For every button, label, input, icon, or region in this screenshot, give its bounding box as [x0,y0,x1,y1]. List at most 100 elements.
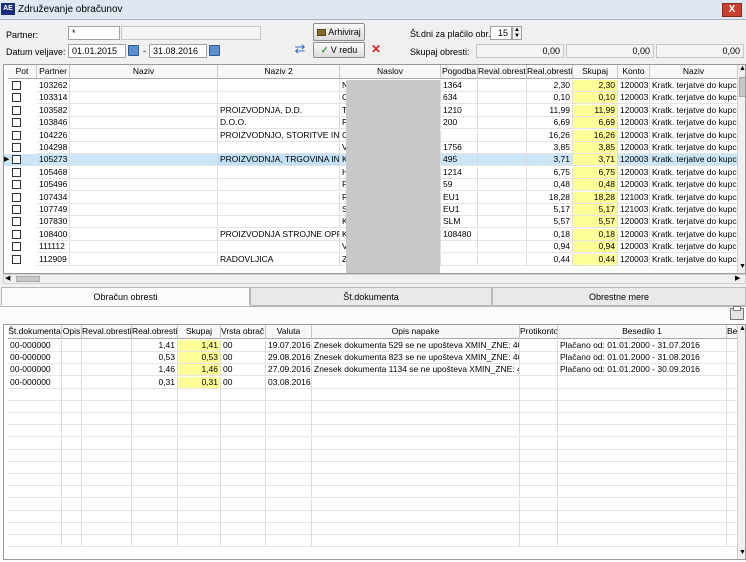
calendar-icon[interactable] [209,45,220,56]
column-header[interactable]: Naziv 2 [218,65,340,79]
scroll-left-icon[interactable]: ◀ [5,274,10,282]
column-header[interactable]: Naslov [340,65,441,79]
column-header[interactable]: Reval.obresti [478,65,527,79]
empty-cell [558,462,727,474]
column-header[interactable]: Opis napake [312,325,520,339]
empty-cell [312,449,520,462]
empty-cell [312,474,520,487]
error-description-cell: Znesek dokumenta 823 se ne upošteva XMIN… [312,352,520,365]
row-checkbox[interactable] [12,242,21,252]
account-cell: 120003 [618,80,650,92]
column-header[interactable]: Vrsta obrač. [221,325,266,339]
interest-calc-grid[interactable]: Št.dokumenta Opis Reval.obresti Real.obrest… [3,324,746,560]
empty-cell [221,523,266,535]
column-header[interactable]: Protikonto [520,325,558,339]
row-checkbox[interactable] [12,143,21,152]
tab-doc-number[interactable]: Št.dokumenta [250,287,492,306]
total-interest-field-1: 0,00 [476,44,564,58]
account-cell: 120003 [618,228,650,241]
vertical-scrollbar[interactable]: ▲ ▼ [737,325,745,559]
empty-cell [558,449,727,462]
empty-cell [266,401,312,413]
calendar-icon[interactable] [128,45,139,56]
column-header[interactable]: Naziv [70,65,218,79]
column-header[interactable]: Skupaj [573,65,618,79]
name2-cell: RADOVLJICA [218,253,340,266]
column-header[interactable]: Real.obresti [527,65,573,79]
row-checkbox[interactable] [12,192,21,202]
column-header[interactable]: Pot [8,65,37,79]
column-header[interactable]: Real.obresti [132,325,178,339]
empty-cell [178,413,221,426]
row-checkbox[interactable] [12,205,21,214]
row-checkbox[interactable] [12,118,21,128]
row-checkbox[interactable] [12,155,21,165]
empty-cell [82,449,132,462]
vertical-scrollbar[interactable]: ▲ ▼ [737,65,745,273]
column-header[interactable]: Besedilo 1 [558,325,727,339]
archive-button[interactable]: Arhiviraj [313,23,365,41]
partner-cell: 103582 [37,104,70,117]
row-checkbox[interactable] [12,105,21,115]
column-header[interactable]: Št.dokumenta [8,325,62,339]
scroll-right-icon[interactable]: ▶ [735,274,740,282]
horizontal-scrollbar[interactable]: ◀ ▶ [3,274,746,284]
print-icon[interactable] [730,306,744,320]
refresh-icon[interactable]: ⇄ [293,42,307,56]
total-cell: 11,99 [573,104,618,117]
row-checkbox[interactable] [12,229,21,239]
empty-cell [266,474,312,487]
row-checkbox[interactable] [12,93,21,103]
account-name-cell: Kratk. terjatve do kupcev [650,191,738,204]
payment-days-field[interactable]: 15 [490,26,512,40]
column-header[interactable]: Naziv [650,65,738,79]
scroll-down-icon[interactable]: ▼ [739,549,745,556]
date-from-field[interactable]: 01.01.2015 [68,44,126,58]
row-checkbox[interactable] [12,130,21,140]
ok-button[interactable]: ✓ V redu [313,42,365,58]
real-interest-cell: 1,46 [132,364,178,377]
real-interest-cell: 1,41 [132,340,178,352]
row-checkbox[interactable] [12,81,21,90]
row-checkbox[interactable] [12,254,21,264]
cancel-icon[interactable]: ✕ [369,42,383,57]
column-header[interactable]: Partner [37,65,70,79]
reval-cell [478,241,527,254]
partner-code-field[interactable]: * [68,26,120,40]
column-header[interactable]: Pogodba [441,65,478,79]
currency-date-cell: 29.08.2016 [266,352,312,365]
days-spinner[interactable]: ▲ ▼ [512,26,522,40]
empty-cell [266,425,312,438]
row-checkbox[interactable] [12,217,21,227]
scroll-up-icon[interactable]: ▲ [739,65,745,72]
column-header[interactable]: Skupaj [178,325,221,339]
check-icon: ✓ [320,45,329,55]
partners-grid[interactable]: Pot Partner Naziv Naziv 2 Naslov Pogodba Reval… [3,64,746,274]
contract-cell: 1364 [441,80,478,92]
scroll-thumb[interactable] [739,77,745,97]
date-to-field[interactable]: 31.08.2016 [149,44,207,58]
tab-interest-rates[interactable]: Obrestne mere [492,287,746,306]
row-checkbox[interactable] [12,167,21,177]
scroll-up-icon[interactable]: ▲ [739,325,745,332]
empty-cell [266,437,312,450]
column-header[interactable]: Valuta [266,325,312,339]
contract-cell [441,253,478,266]
account-name-cell: Kratk. terjatve do kupcev [650,129,738,142]
name2-cell [218,241,340,254]
empty-cell [62,437,82,450]
row-checkbox[interactable] [12,180,21,190]
row-indicator-icon: ▶ [4,156,10,164]
column-header[interactable]: Opis [62,325,82,339]
text1-cell: Plačano od: 01.01.2000 - 31.07.2016 [558,340,727,352]
total-cell: 0,44 [573,253,618,266]
column-header[interactable]: Reval.obresti [82,325,132,339]
close-button[interactable]: X [722,3,742,17]
partner-cell: 108400 [37,228,70,241]
column-header[interactable]: Konto [618,65,650,79]
scroll-down-icon[interactable]: ▼ [739,263,745,270]
contract-cell: 200 [441,117,478,130]
scroll-thumb[interactable] [16,276,40,282]
tab-interest-calc[interactable]: Obračun obresti [1,287,250,306]
calc-type-cell: 00 [221,364,266,377]
